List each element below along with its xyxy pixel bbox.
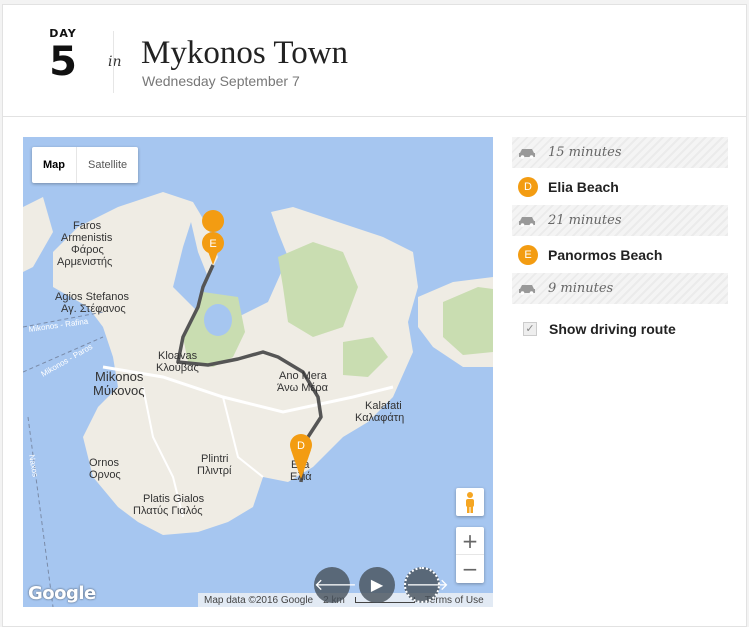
label-kalafati: Kalafati — [365, 400, 402, 412]
car-icon — [519, 148, 535, 159]
marker-end-label: D — [297, 440, 305, 452]
show-driving-route-toggle[interactable]: ✓ Show driving route — [512, 321, 728, 337]
label-naxos: Naxos — [27, 454, 40, 478]
marker-start-label: E — [209, 238, 216, 250]
google-logo: Google — [28, 583, 96, 604]
drive-segment-1: 15 minutes — [512, 137, 728, 168]
map-type-satellite-button[interactable]: Satellite — [77, 147, 138, 183]
play-button[interactable]: ▶ — [359, 567, 395, 603]
map-type-control: Map Satellite — [32, 147, 139, 183]
stop-elia-beach[interactable]: D Elia Beach — [512, 171, 728, 202]
stop-name: Panormos Beach — [548, 246, 663, 263]
street-view-pegman[interactable] — [456, 488, 484, 516]
label-paros: Mikonos - Paros — [40, 342, 95, 379]
zoom-control: + − — [456, 527, 484, 583]
in-label: in — [108, 54, 122, 70]
label-klouvas-gr: Κλούβας — [156, 362, 199, 374]
show-driving-route-label: Show driving route — [549, 321, 676, 337]
next-button[interactable]: 🡒 — [404, 567, 449, 603]
zoom-out-button[interactable]: − — [456, 555, 484, 583]
west-island-shape — [23, 197, 53, 272]
previous-button[interactable]: 🡐 — [314, 567, 357, 603]
label-armenistis-gr: Αρμενιστής — [57, 256, 112, 268]
car-icon — [519, 216, 535, 227]
day-date: Wednesday September 7 — [142, 73, 300, 89]
drive-duration: 21 minutes — [548, 213, 622, 228]
arrow-left-icon: 🡐 — [314, 575, 357, 594]
stop-badge: E — [518, 244, 538, 265]
label-ornos: Ornos — [89, 457, 119, 469]
label-agios-stefanos-gr: Αγ. Στέφανος — [61, 303, 126, 315]
label-mykonos-gr: Μύκονος — [93, 383, 145, 398]
map-canvas[interactable]: Faros Armenistis Φάρος Αρμενιστής Agios … — [23, 137, 493, 607]
drive-duration: 15 minutes — [548, 145, 622, 160]
label-faros-gr: Φάρος — [71, 244, 104, 256]
label-kalafati-gr: Καλαφάτη — [355, 412, 404, 424]
play-icon: ▶ — [370, 575, 384, 594]
route-itinerary: 15 minutes D Elia Beach 21 minutes E Pan… — [512, 137, 728, 337]
label-agios-stefanos: Agios Stefanos — [55, 291, 129, 303]
label-mykonos: Mikonos — [95, 369, 144, 384]
ferry-naxos — [27, 416, 54, 607]
day-header: DAY 5 in Mykonos Town Wednesday Septembe… — [2, 4, 747, 117]
day-number: 5 — [49, 39, 77, 85]
town-title: Mykonos Town — [141, 35, 349, 71]
label-klouvas: Kloavas — [158, 350, 198, 362]
label-platis-gialos: Platis Gialos — [143, 493, 205, 505]
stop-panormos-beach[interactable]: E Panormos Beach — [512, 239, 728, 270]
label-plintri: Plintri — [201, 453, 229, 465]
route-map[interactable]: Faros Armenistis Φάρος Αρμενιστής Agios … — [23, 137, 493, 607]
label-armenistis: Armenistis — [61, 232, 113, 244]
map-type-map-button[interactable]: Map — [32, 147, 77, 183]
label-ano-mera: Ano Mera — [279, 370, 328, 382]
arrow-right-icon: 🡒 — [406, 575, 449, 594]
pegman-icon — [466, 492, 474, 513]
label-plintri-gr: Πλιντρί — [197, 465, 232, 477]
car-icon — [519, 284, 535, 295]
stop-badge: D — [518, 176, 538, 197]
label-platis-gialos-gr: Πλατύς Γιαλός — [133, 505, 203, 517]
day-body: Faros Armenistis Φάρος Αρμενιστής Agios … — [2, 117, 747, 627]
label-ornos-gr: Ορνος — [89, 469, 121, 481]
show-driving-route-checkbox[interactable]: ✓ — [523, 322, 537, 336]
header-divider — [113, 31, 114, 93]
page: DAY 5 in Mykonos Town Wednesday Septembe… — [0, 0, 749, 627]
label-faros: Faros — [73, 220, 102, 232]
map-data-credit: Map data ©2016 Google — [204, 594, 314, 606]
drive-segment-3: 9 minutes — [512, 273, 728, 304]
label-ano-mera-gr: Άνω Μέρα — [277, 382, 329, 394]
drive-duration: 9 minutes — [548, 281, 614, 296]
lake-shape — [204, 304, 232, 336]
day-badge: DAY 5 — [33, 27, 93, 82]
drive-segment-2: 21 minutes — [512, 205, 728, 236]
label-rafina: Mikonos - Rafina — [28, 317, 89, 334]
zoom-in-button[interactable]: + — [456, 527, 484, 555]
stop-name: Elia Beach — [548, 178, 619, 195]
